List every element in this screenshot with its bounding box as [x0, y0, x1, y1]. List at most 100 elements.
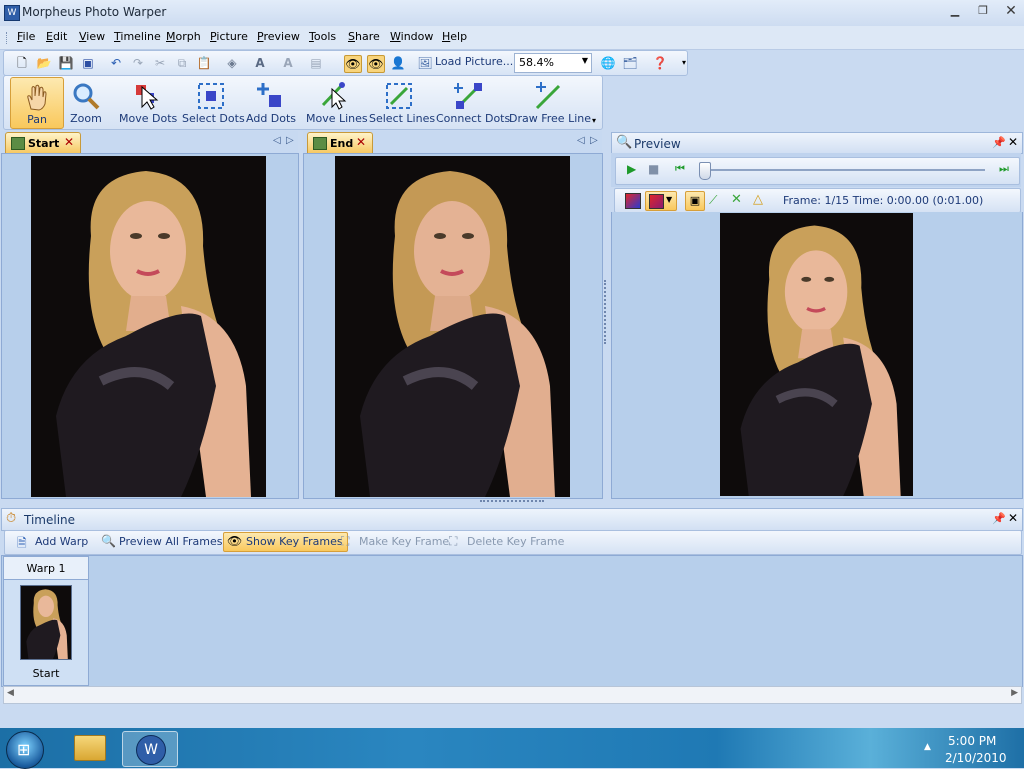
start-photo[interactable] — [31, 156, 266, 497]
text-style-icon[interactable]: A — [280, 55, 296, 71]
step-forward-icon[interactable]: ⏭ — [999, 162, 1009, 176]
maximize-button[interactable]: ❐ — [972, 3, 994, 19]
menu-edit[interactable]: Edit — [46, 30, 67, 43]
select-lines-tool-button[interactable]: Select Lines — [369, 77, 435, 127]
photos-icon[interactable]: 🗂 — [622, 55, 638, 71]
menu-share[interactable]: Share — [348, 30, 380, 43]
close-icon[interactable]: ✕ — [1008, 135, 1018, 149]
minimize-button[interactable]: ▁ — [944, 3, 966, 19]
paste-icon[interactable]: 📋 — [196, 55, 212, 71]
taskbar-explorer-button[interactable] — [62, 731, 116, 765]
open-icon[interactable]: 📂 — [36, 55, 52, 71]
eye-start-icon[interactable]: 👁 — [344, 55, 362, 73]
warp-card[interactable]: Warp 1 Start — [3, 556, 89, 686]
tab-prev-icon[interactable]: ◁ — [273, 135, 281, 146]
line-dot-icon[interactable]: ⟋ — [709, 193, 717, 208]
save-icon[interactable]: 💾 — [58, 55, 74, 71]
color-mode-icon[interactable] — [625, 193, 641, 209]
tab-end[interactable]: End ✕ — [307, 132, 373, 153]
close-button[interactable]: ✕ — [1000, 3, 1022, 19]
preview-all-frames-button[interactable]: Preview All Frames — [119, 535, 222, 548]
timeline-title: Timeline — [24, 513, 76, 527]
eye-both-icon[interactable]: 👁 — [367, 55, 385, 73]
copy-icon[interactable]: ⧉ — [174, 55, 190, 71]
start-canvas[interactable] — [1, 153, 299, 499]
undo-icon[interactable]: ↶ — [108, 55, 124, 71]
redo-icon[interactable]: ↷ — [130, 55, 146, 71]
add-dots-tool-button[interactable]: Add Dots — [246, 77, 296, 127]
tab-start[interactable]: Start ✕ — [5, 132, 81, 153]
end-photo[interactable] — [335, 156, 570, 497]
add-warp-button[interactable]: Add Warp — [35, 535, 88, 548]
toolbar-options-icon[interactable]: ▾ — [592, 116, 596, 125]
zoom-tool-button[interactable]: Zoom — [64, 77, 108, 127]
pin-icon[interactable]: 📌 — [992, 512, 1006, 525]
preview-playback-bar: ▶ ■ ⏮ ⏭ — [611, 153, 1021, 187]
play-icon[interactable]: ▶ — [627, 162, 636, 176]
text-icon[interactable]: A — [252, 55, 268, 71]
overlay-button[interactable]: ▼ — [645, 191, 677, 211]
preview-canvas[interactable] — [611, 212, 1023, 499]
step-back-icon[interactable]: ⏮ — [675, 162, 685, 176]
select-dots-tool-button[interactable]: Select Dots — [182, 77, 245, 127]
end-canvas[interactable] — [303, 153, 603, 499]
preview-slider-thumb[interactable] — [699, 162, 711, 180]
eye-end-icon[interactable]: 👤 — [390, 55, 406, 71]
timeline-toolbar: 🗎 Add Warp 🔍 Preview All Frames Show Key… — [4, 530, 1022, 555]
scroll-left-icon[interactable]: ◀ — [7, 688, 14, 698]
close-icon[interactable]: ✕ — [1008, 511, 1018, 525]
cut-icon[interactable]: ✂ — [152, 55, 168, 71]
tab-next-icon[interactable]: ▷ — [590, 135, 598, 146]
preview-slider[interactable] — [701, 169, 985, 171]
menu-view[interactable]: View — [79, 30, 105, 43]
tab-prev-icon[interactable]: ◁ — [577, 135, 585, 146]
menu-help[interactable]: Help — [442, 30, 467, 43]
splitter-grip[interactable] — [604, 280, 608, 344]
clock-time[interactable]: 5:00 PM — [948, 734, 996, 748]
pin-icon[interactable]: 📌 — [992, 136, 1006, 149]
splitter-grip[interactable] — [480, 500, 544, 504]
pan-tool-button[interactable]: Pan — [10, 77, 64, 129]
connect-dots-label: Connect Dots — [436, 112, 511, 125]
menu-picture[interactable]: Picture — [210, 30, 248, 43]
zoom-select[interactable]: 58.4% ▼ — [514, 53, 592, 73]
menu-morph[interactable]: Morph — [166, 30, 201, 43]
frame-icon[interactable]: ▤ — [308, 55, 324, 71]
timeline-area[interactable] — [1, 555, 1023, 687]
triangle-icon[interactable]: △ — [753, 192, 763, 207]
fit-icon[interactable]: ▣ — [685, 191, 705, 211]
taskbar-morpheus-button[interactable]: W — [122, 731, 178, 767]
menu-preview[interactable]: Preview — [257, 30, 300, 43]
show-hidden-icons-icon[interactable]: ▲ — [924, 742, 931, 752]
load-picture-icon[interactable]: 🖼 — [417, 55, 433, 71]
load-picture-button[interactable]: Load Picture... — [435, 55, 513, 68]
stop-icon[interactable]: ■ — [648, 162, 659, 176]
clock-date[interactable]: 2/10/2010 — [945, 751, 1007, 765]
make-key-frame-button[interactable]: Make Key Frame — [359, 535, 449, 548]
move-dots-tool-button[interactable]: Move Dots — [119, 77, 177, 127]
menu-timeline[interactable]: Timeline — [114, 30, 161, 43]
help-icon[interactable]: ❓ — [652, 55, 668, 71]
globe-icon[interactable]: 🌐 — [600, 55, 616, 71]
menu-window[interactable]: Window — [390, 30, 433, 43]
delete-key-frame-button[interactable]: Delete Key Frame — [467, 535, 564, 548]
save-all-icon[interactable]: ▣ — [80, 55, 96, 71]
fill-icon[interactable]: ◈ — [224, 55, 240, 71]
close-icon[interactable]: ✕ — [356, 135, 366, 149]
connect-dots-tool-button[interactable]: Connect Dots — [436, 77, 511, 127]
close-icon[interactable]: ✕ — [64, 135, 74, 149]
warp-thumbnail[interactable] — [20, 585, 72, 660]
draw-free-line-tool-button[interactable]: Draw Free Line — [509, 77, 591, 127]
tab-next-icon[interactable]: ▷ — [286, 135, 294, 146]
scroll-right-icon[interactable]: ▶ — [1011, 688, 1018, 698]
cross-lines-icon[interactable]: ✕ — [731, 192, 742, 207]
menu-file[interactable]: File — [17, 30, 35, 43]
menu-tools[interactable]: Tools — [309, 30, 336, 43]
move-lines-tool-button[interactable]: Move Lines — [306, 77, 368, 127]
toolbar-options-icon[interactable]: ▾ — [676, 55, 692, 71]
app-icon[interactable]: W — [4, 5, 20, 21]
warp-header: Warp 1 — [4, 557, 88, 580]
timeline-scrollbar[interactable]: ◀ ▶ — [3, 686, 1022, 704]
new-icon[interactable]: 🗋 — [14, 55, 30, 71]
start-button[interactable]: ⊞ — [6, 731, 44, 769]
